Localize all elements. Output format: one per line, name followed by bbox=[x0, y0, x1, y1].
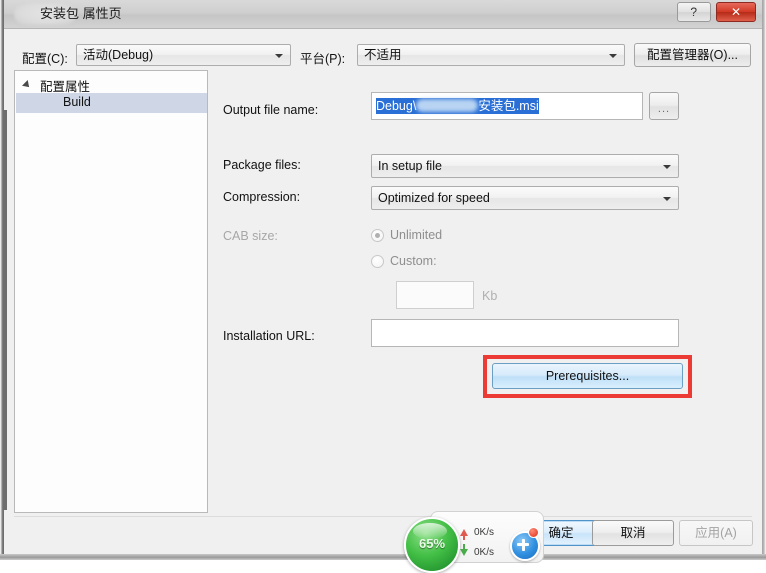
chevron-down-icon bbox=[663, 197, 671, 201]
prerequisites-button[interactable]: Prerequisites... bbox=[492, 363, 683, 389]
configuration-label: 配置(C): bbox=[22, 52, 68, 66]
cab-size-custom-label: Custom: bbox=[390, 254, 437, 268]
expander-triangle-icon[interactable] bbox=[22, 80, 32, 90]
chevron-down-icon bbox=[609, 54, 617, 58]
close-button[interactable]: ✕ bbox=[716, 2, 756, 22]
cancel-button[interactable]: 取消 bbox=[592, 520, 674, 546]
network-speed-widget[interactable]: 65% 0K/s 0K/s bbox=[404, 505, 544, 573]
cab-size-unlimited-radio[interactable] bbox=[371, 229, 384, 242]
platform-label: 平台(P): bbox=[300, 52, 346, 66]
platform-value: 不适用 bbox=[364, 48, 402, 62]
config-manager-button[interactable]: 配置管理器(O)... bbox=[634, 43, 751, 67]
tree-selection-highlight bbox=[16, 93, 207, 113]
tree-node-build[interactable]: Build bbox=[63, 95, 91, 109]
download-arrow-icon bbox=[460, 549, 468, 556]
window-border-bottom bbox=[0, 554, 766, 560]
download-arrow-stem bbox=[463, 544, 465, 549]
help-button[interactable]: ? bbox=[676, 2, 711, 22]
upload-arrow-stem bbox=[463, 535, 465, 540]
redacted-project-name bbox=[416, 99, 479, 112]
cab-size-custom-input[interactable] bbox=[396, 281, 474, 309]
title-bar-buttons: ? ✕ bbox=[675, 2, 756, 24]
installation-url-input[interactable] bbox=[371, 319, 679, 347]
compression-value: Optimized for speed bbox=[378, 191, 490, 205]
window-title: 安装包 属性页 bbox=[40, 6, 122, 21]
window-border-right bbox=[762, 0, 766, 560]
configuration-value: 活动(Debug) bbox=[83, 48, 154, 62]
cab-size-unlimited-label: Unlimited bbox=[390, 228, 443, 242]
progress-gauge[interactable]: 65% bbox=[404, 517, 460, 573]
browse-output-file-button[interactable]: ... bbox=[649, 92, 679, 120]
output-file-name-label: Output file name: bbox=[223, 103, 319, 117]
footer-separator bbox=[14, 516, 752, 517]
output-file-name-input[interactable]: Debug\ 安装包.msi bbox=[371, 92, 643, 120]
cab-size-custom-radio[interactable] bbox=[371, 255, 384, 268]
build-settings-panel: Output file name: Debug\ 安装包.msi ... Pack… bbox=[208, 66, 756, 516]
property-pages-dialog: 安装包 属性页 ? ✕ 配置(C): 活动(Debug) 平台(P): 不适用 … bbox=[0, 0, 766, 573]
download-speed-label: 0K/s bbox=[474, 547, 495, 558]
title-bar[interactable]: 安装包 属性页 ? ✕ bbox=[4, 0, 762, 29]
notification-dot-icon bbox=[528, 527, 539, 538]
gauge-percent-label: 65% bbox=[418, 536, 446, 551]
cab-size-label: CAB size: bbox=[223, 229, 278, 243]
platform-combobox[interactable]: 不适用 bbox=[357, 44, 625, 66]
compression-combobox[interactable]: Optimized for speed bbox=[371, 186, 679, 210]
property-tree[interactable]: 配置属性 Build bbox=[14, 70, 208, 513]
package-files-combobox[interactable]: In setup file bbox=[371, 154, 679, 178]
upload-speed-label: 0K/s bbox=[474, 527, 495, 538]
compression-label: Compression: bbox=[223, 190, 301, 204]
output-file-name-value: Debug\ 安装包.msi bbox=[376, 98, 539, 114]
chevron-down-icon bbox=[663, 165, 671, 169]
package-files-value: In setup file bbox=[378, 159, 442, 173]
apply-button[interactable]: 应用(A) bbox=[679, 520, 753, 546]
package-files-label: Package files: bbox=[223, 158, 301, 172]
chevron-down-icon bbox=[275, 54, 283, 58]
configuration-combobox[interactable]: 活动(Debug) bbox=[76, 44, 291, 66]
installation-url-label: Installation URL: bbox=[223, 329, 315, 343]
window-border-left-inner bbox=[4, 110, 7, 510]
cab-size-unit-label: Kb bbox=[482, 289, 498, 303]
